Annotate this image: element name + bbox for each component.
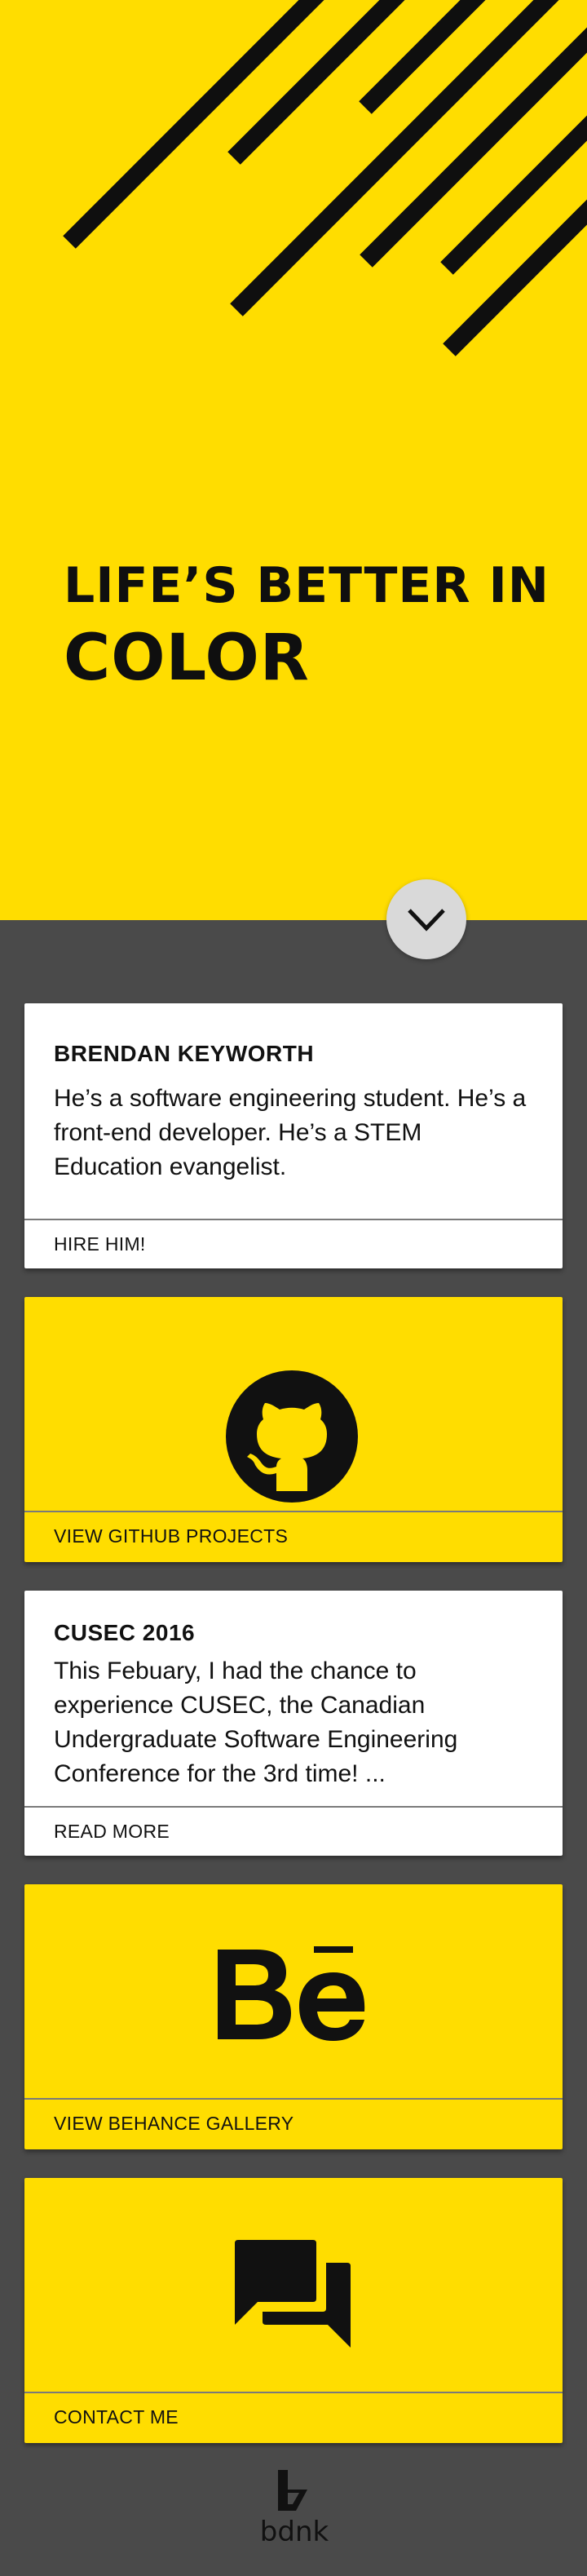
card-divider — [24, 1219, 563, 1220]
hero-title-line-1: LIFE’S BETTER IN — [64, 557, 549, 614]
bdnk-logo[interactable]: bdnk — [254, 2467, 335, 2556]
view-behance-gallery-link[interactable]: VIEW BEHANCE GALLERY — [54, 2113, 294, 2135]
scroll-down-button[interactable] — [386, 879, 466, 959]
cusec-card-body: This Febuary, I had the chance to experi… — [54, 1658, 458, 1787]
logo-mark-icon — [278, 2470, 307, 2511]
diagonal-stripes-decoration — [63, 0, 587, 356]
card-divider — [24, 2098, 563, 2100]
cusec-card-title: CUSEC 2016 — [54, 1620, 196, 1645]
hero-banner: LIFE’S BETTER IN COLOR — [0, 0, 587, 920]
card-divider — [24, 2392, 563, 2393]
card-divider — [24, 1511, 563, 1512]
github-icon[interactable] — [224, 1369, 360, 1504]
chat-bubbles-icon[interactable] — [235, 2240, 351, 2348]
about-card-body: He’s a software engineering student. He’… — [54, 1085, 527, 1180]
behance-card: VIEW BEHANCE GALLERY — [24, 1884, 563, 2149]
logo-text: bdnk — [259, 2516, 329, 2548]
chevron-down-icon — [408, 909, 445, 932]
hire-him-link[interactable]: HIRE HIM! — [54, 1233, 146, 1255]
about-card-title: BRENDAN KEYWORTH — [54, 1041, 315, 1066]
read-more-link[interactable]: READ MORE — [54, 1821, 170, 1843]
contact-card: CONTACT ME — [24, 2178, 563, 2443]
contact-me-link[interactable]: CONTACT ME — [54, 2406, 179, 2428]
hero-title-line-2: COLOR — [64, 622, 310, 695]
view-github-projects-link[interactable]: VIEW GITHUB PROJECTS — [54, 1525, 288, 1547]
card-divider — [24, 1806, 563, 1808]
github-card: VIEW GITHUB PROJECTS — [24, 1297, 563, 1562]
cusec-card: CUSEC 2016 This Febuary, I had the chanc… — [24, 1591, 563, 1856]
about-card: BRENDAN KEYWORTH He’s a software enginee… — [24, 1003, 563, 1268]
hero-title: LIFE’S BETTER IN COLOR — [64, 561, 549, 690]
behance-icon[interactable] — [214, 1935, 369, 2049]
